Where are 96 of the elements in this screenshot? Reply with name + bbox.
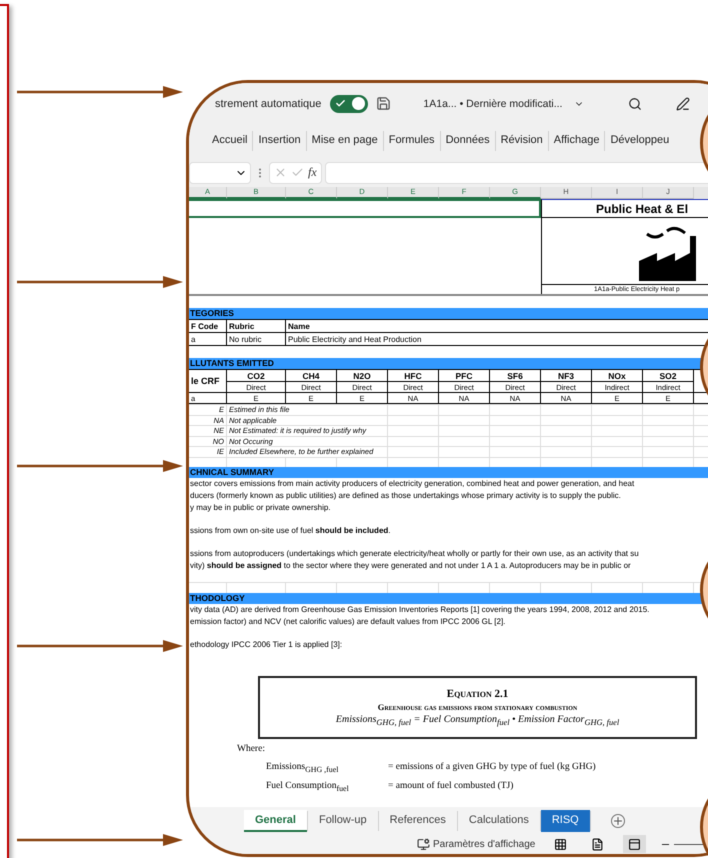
empty-cell xyxy=(490,436,541,446)
table-header: le CRF xyxy=(189,369,227,392)
empty-cell xyxy=(388,436,439,446)
empty-cell xyxy=(388,414,439,425)
check-icon xyxy=(335,98,346,109)
empty-cell xyxy=(643,414,694,425)
save-icon[interactable] xyxy=(376,96,392,111)
empty-cell xyxy=(643,404,694,414)
empty-cell xyxy=(592,436,643,446)
add-sheet-icon[interactable] xyxy=(610,814,625,828)
table-cell: a xyxy=(189,332,227,345)
variable-definition: = emissions of a given GHG by type of fuel (kg GHG) xyxy=(388,762,597,774)
empty-cell xyxy=(388,425,439,436)
formula-input[interactable] xyxy=(324,162,708,184)
empty-cell xyxy=(439,404,490,414)
variable-definition: = amount of fuel combusted (TJ) xyxy=(388,781,514,794)
empty-cell xyxy=(439,425,490,436)
sheet-title: Public Heat & El xyxy=(542,200,708,218)
ribbon-tab[interactable]: Accueil xyxy=(207,132,252,150)
empty-cell xyxy=(490,414,541,425)
ribbon-tab[interactable]: Révision xyxy=(496,132,548,150)
grid-icon xyxy=(554,838,568,850)
text-line: sector covers emissions from main activity producers of electricity generation, combined heat and power generation, and heat xyxy=(189,478,636,490)
page-icon xyxy=(591,838,604,850)
equation-formula: Emissions$_{GHG, fuel}$ = Fuel Consumption$_{fuel}$ • Emission Factor$_{GHG, fuel}$ xyxy=(336,714,620,726)
ribbon-tab[interactable]: Développeu xyxy=(605,132,674,150)
document-title[interactable]: 1A1a... • Dernière modificati... xyxy=(423,98,562,110)
section-header: TEGORIES xyxy=(189,308,708,319)
text-line: ducers (formerly known as public utilities) are defined as those undertakings whose primary activity is to supply the public. xyxy=(189,490,622,502)
empty-cell xyxy=(541,446,592,456)
equation-title: Equation 2.1 xyxy=(446,688,508,700)
variable-term: Emissions$_{GHG ,fuel}$ xyxy=(266,762,340,774)
empty-cell xyxy=(541,404,592,414)
table-cell: No rubric xyxy=(227,332,286,345)
text-line: y may be in public or private ownership. xyxy=(189,502,332,514)
view-button[interactable] xyxy=(623,835,646,853)
empty-cell xyxy=(643,436,694,446)
table-header: NOx xyxy=(592,369,643,381)
table-header: SO2 xyxy=(643,369,694,381)
selected-cell[interactable] xyxy=(189,199,541,218)
empty-cell xyxy=(388,446,439,456)
table-header: N2O xyxy=(337,369,388,381)
table-header: HFC xyxy=(388,369,439,381)
empty-cell xyxy=(592,425,643,436)
autosave-label: strement automatique xyxy=(215,98,322,110)
empty-cell xyxy=(541,425,592,436)
table-header: SF6 xyxy=(490,369,541,381)
table-header: F Code xyxy=(189,319,227,332)
table-header: CO2 xyxy=(227,369,286,381)
display-settings-icon xyxy=(417,838,430,850)
autosave-toggle[interactable] xyxy=(330,94,368,112)
empty-cell xyxy=(541,414,592,425)
table-header: Rubric xyxy=(227,319,286,332)
table-header: Name xyxy=(286,319,708,332)
text-line: emission factor) and NCV (net calorific values) are default values from IPCC 2006 GL [2]. xyxy=(189,616,506,628)
empty-cell xyxy=(388,404,439,414)
ribbon-tab[interactable]: Formules xyxy=(384,132,440,150)
pen-icon[interactable] xyxy=(676,96,690,110)
sheet-tab[interactable]: General xyxy=(244,810,307,832)
empty-cell xyxy=(490,404,541,414)
table-header: CH4 xyxy=(286,369,337,381)
text-line: vity) should be assigned to the sector where they were generated and not under 1 A 1 a. Autoproducers may be in public or xyxy=(189,560,632,572)
sheet-tab[interactable]: References xyxy=(378,810,457,832)
sheet-tab[interactable]: Follow-up xyxy=(308,810,378,832)
table-header: NF3 xyxy=(541,369,592,381)
section-header: CHNICAL SUMMARY xyxy=(189,467,708,478)
sheet-tab[interactable]: Calculations xyxy=(458,810,540,832)
empty-cell xyxy=(541,436,592,446)
empty-cell xyxy=(643,446,694,456)
variable-term: Fuel Consumption$_{fuel}$ xyxy=(266,781,350,794)
display-settings-button[interactable]: Paramètres d'affichage xyxy=(417,838,536,850)
text-line: ssions from autoproducers (undertakings which generate electricity/heat wholly or partly for their own use, as an activity that su xyxy=(189,548,640,560)
empty-cell xyxy=(592,446,643,456)
text-line: ethodology IPCC 2006 Tier 1 is applied [3]: xyxy=(189,638,344,650)
sheet-tab[interactable]: RISQ xyxy=(540,810,590,832)
search-icon[interactable] xyxy=(628,96,642,110)
table-header: PFC xyxy=(439,369,490,381)
empty-cell xyxy=(439,446,490,456)
ribbon-tab[interactable]: Mise en page xyxy=(306,132,383,150)
page-preview-icon xyxy=(628,838,642,850)
empty-cell xyxy=(439,436,490,446)
empty-cell xyxy=(439,414,490,425)
empty-cell xyxy=(643,425,694,436)
insert-function-button[interactable]: fx xyxy=(308,165,317,180)
empty-cell xyxy=(592,414,643,425)
text-line: ssions from own on-site use of fuel should be included. xyxy=(189,525,392,537)
table-cell: Public Electricity and Heat Production xyxy=(286,332,708,345)
empty-cell xyxy=(490,446,541,456)
empty-cell xyxy=(592,404,643,414)
empty-cell xyxy=(490,425,541,436)
where-label: Where: xyxy=(237,744,266,754)
ribbon-tab[interactable]: Affichage xyxy=(548,132,604,150)
ribbon-tab[interactable]: Insertion xyxy=(253,132,306,150)
equation-subtitle: Greenhouse gas emissions from stationary combustion xyxy=(378,702,578,712)
ribbon-tab[interactable]: Données xyxy=(440,132,495,150)
text-line: vity data (AD) are derived from Greenhouse Gas Emission Inventories Reports [1] covering the years 1994, 2008, 2012 and 2015. xyxy=(189,604,650,616)
